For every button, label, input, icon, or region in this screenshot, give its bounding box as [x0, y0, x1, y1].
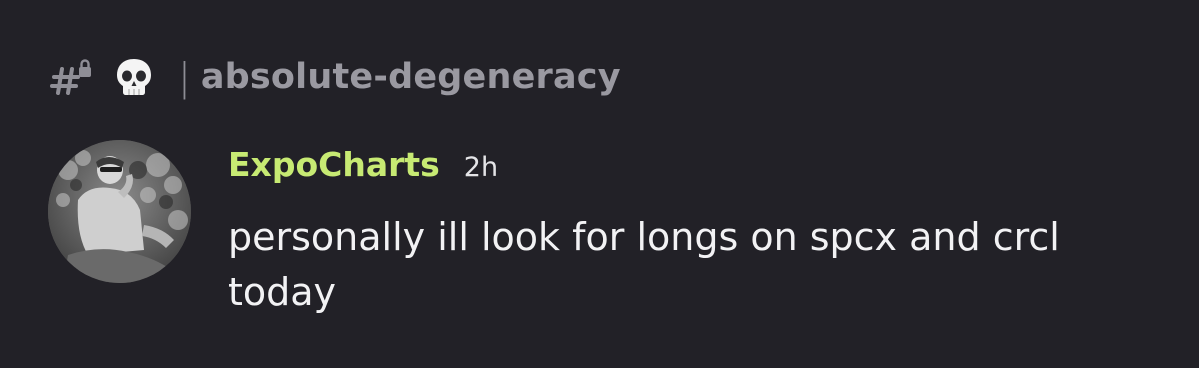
author-username[interactable]: ExpoCharts — [228, 145, 440, 184]
hash-lock-icon — [50, 55, 94, 99]
skull-icon — [112, 55, 156, 99]
avatar[interactable] — [48, 140, 191, 283]
message-text: personally ill look for longs on spcx an… — [228, 215, 1060, 314]
channel-separator: | — [178, 55, 191, 99]
channel-header: | absolute-degeneracy — [50, 52, 621, 102]
channel-name[interactable]: absolute-degeneracy — [201, 57, 621, 97]
message-header: ExpoCharts 2h — [228, 145, 498, 184]
message-timestamp: 2h — [463, 152, 499, 183]
